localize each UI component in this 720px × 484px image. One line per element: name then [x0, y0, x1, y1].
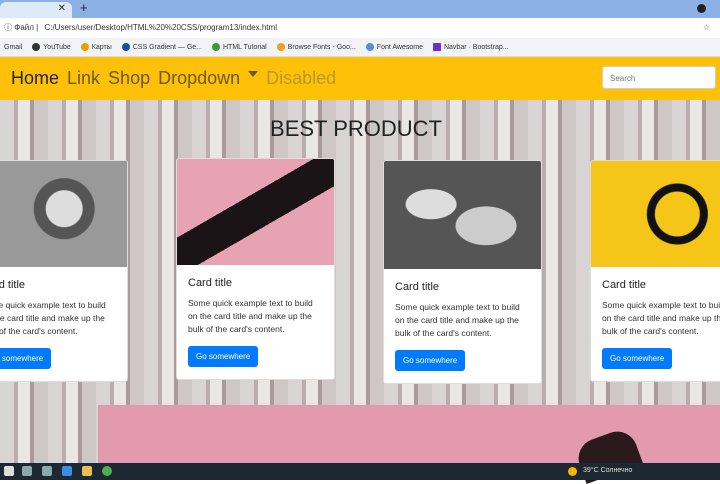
go-somewhere-button[interactable]: Go somewhere: [0, 348, 52, 369]
section-heading: BEST PRODUCT: [270, 116, 442, 141]
nav-dropdown[interactable]: Dropdown: [158, 68, 259, 89]
nav-shop[interactable]: Shop: [108, 68, 150, 89]
weather-widget[interactable]: 39°C Солнечно: [583, 467, 632, 474]
watch-image: [0, 161, 127, 267]
bookmark[interactable]: HTML Tutorial: [212, 43, 267, 51]
search-input[interactable]: Search: [602, 66, 716, 89]
store-icon[interactable]: [22, 466, 32, 476]
address-prefix: Файл: [14, 23, 34, 32]
tab-strip: ✕ +: [0, 0, 720, 18]
product-card: Card title Some quick example text to bui…: [176, 158, 335, 380]
bookmark[interactable]: CSS Gradient — Ge...: [121, 43, 202, 51]
close-tab-icon[interactable]: ✕: [58, 3, 66, 14]
bookmark[interactable]: YouTube: [32, 43, 71, 51]
nav-disabled: Disabled: [266, 68, 337, 88]
bookmarks-bar: Gmail YouTube Карты CSS Gradient — Ge...…: [0, 38, 720, 57]
product-card: Card title Some quick example text to bui…: [383, 160, 542, 384]
sneakers-image: [384, 161, 541, 269]
app-icon[interactable]: [42, 466, 52, 476]
taskbar: 39°C Солнечно: [0, 463, 720, 480]
new-tab-button[interactable]: +: [80, 0, 88, 15]
profile-icon[interactable]: [697, 4, 706, 13]
card-title: Card title: [188, 277, 233, 289]
nav-link[interactable]: Link: [67, 68, 100, 89]
sun-icon: [568, 467, 577, 476]
browser-tab[interactable]: ✕: [0, 2, 72, 18]
folder-icon[interactable]: [82, 466, 92, 476]
card-title: Card title: [602, 279, 647, 291]
start-icon[interactable]: [4, 466, 14, 476]
bookmark[interactable]: Font Awesome: [365, 43, 423, 51]
bookmark[interactable]: Карты: [80, 43, 112, 51]
navbar: Home Link Shop Dropdown Disabled Search: [0, 57, 720, 100]
go-somewhere-button[interactable]: Go somewhere: [602, 348, 673, 369]
card-title: Card title: [0, 279, 26, 291]
address-bar[interactable]: ⓘ Файл | C:/Users/user/Desktop/HTML%20%2…: [0, 18, 720, 38]
banner-image: [98, 405, 720, 484]
caret-down-icon: [248, 71, 259, 82]
product-card: Card title Some quick example text to bui…: [590, 160, 720, 382]
bookmark[interactable]: Gmail: [4, 44, 22, 51]
chrome-icon[interactable]: [102, 466, 112, 476]
card-text: Some quick example text to build on the …: [0, 300, 106, 336]
go-somewhere-button[interactable]: Go somewhere: [188, 346, 259, 367]
info-icon[interactable]: ⓘ: [4, 23, 12, 32]
url-text[interactable]: C:/Users/user/Desktop/HTML%20%20CSS/prog…: [44, 23, 277, 32]
bookmark[interactable]: Navbar · Bootstrap...: [432, 43, 509, 51]
go-somewhere-button[interactable]: Go somewhere: [395, 350, 466, 371]
card-text: Some quick example text to build on the …: [395, 302, 520, 338]
bookmark[interactable]: Browse Fonts - Goo...: [276, 43, 356, 51]
star-icon[interactable]: ☆: [703, 18, 710, 38]
card-title: Card title: [395, 281, 440, 293]
card-text: Some quick example text to build on the …: [188, 298, 313, 334]
telegram-icon[interactable]: [62, 466, 72, 476]
nav-home[interactable]: Home: [11, 68, 59, 89]
headphones-image: [591, 161, 720, 267]
card-text: Some quick example text to build on the …: [602, 300, 720, 336]
product-card: Card title Some quick example text to bui…: [0, 160, 128, 382]
sunglasses-image: [177, 159, 334, 265]
